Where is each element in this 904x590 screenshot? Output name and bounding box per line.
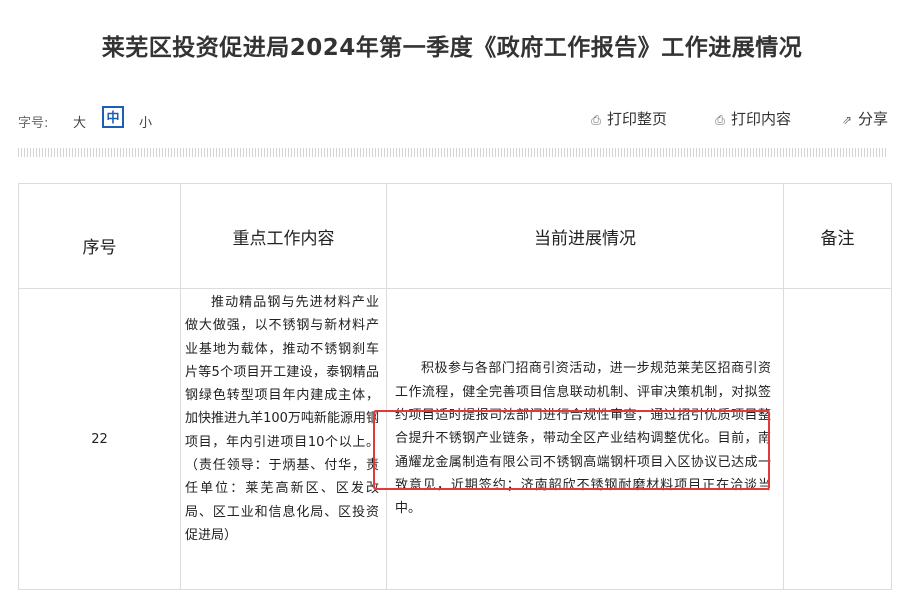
font-size-small-button[interactable]: 小 <box>139 112 152 131</box>
print-page-button[interactable]: ⎙ 打印整页 <box>589 108 667 129</box>
header-seq: 序号 <box>18 183 181 289</box>
toolbar: 字号: 大 中 小 ⎙ 打印整页 ⎙ 打印内容 ⇗ 分享 <box>18 106 890 134</box>
print-content-button[interactable]: ⎙ 打印内容 <box>713 108 791 129</box>
printer-icon: ⎙ <box>591 113 601 127</box>
printer-icon: ⎙ <box>715 113 725 127</box>
print-content-label: 打印内容 <box>731 110 792 128</box>
row-work-text: 推动精品钢与先进材料产业做大做强，以不锈钢与新材料产业基地为载体，推动不锈钢刹车… <box>185 295 379 543</box>
font-size-label: 字号: <box>18 116 49 131</box>
page-title: 莱芜区投资促进局2024年第一季度《政府工作报告》工作进展情况 <box>101 35 803 61</box>
font-size-large-button[interactable]: 大 <box>73 112 86 131</box>
share-button[interactable]: ⇗ 分享 <box>840 108 888 129</box>
row-seq: 22 <box>18 288 181 590</box>
share-label: 分享 <box>858 110 889 128</box>
row-remark <box>783 288 892 590</box>
share-icon: ⇗ <box>841 113 853 127</box>
divider <box>18 148 888 157</box>
progress-table: 序号 重点工作内容 当前进展情况 备注 22 推动精品钢与先进材料产业做大做强，… <box>18 183 892 590</box>
print-page-label: 打印整页 <box>607 110 668 128</box>
row-progress-text: 积极参与各部门招商引资活动，进一步规范莱芜区招商引资工作流程，健全完善项目信息联… <box>395 361 771 517</box>
table-row: 22 推动精品钢与先进材料产业做大做强，以不锈钢与新材料产业基地为载体，推动不锈… <box>18 288 892 590</box>
header-work: 重点工作内容 <box>180 183 387 289</box>
row-work: 推动精品钢与先进材料产业做大做强，以不锈钢与新材料产业基地为载体，推动不锈钢刹车… <box>180 288 387 590</box>
table-header-row: 序号 重点工作内容 当前进展情况 备注 <box>18 183 892 289</box>
font-size-medium-button[interactable]: 中 <box>102 106 124 128</box>
row-progress: 积极参与各部门招商引资活动，进一步规范莱芜区招商引资工作流程，健全完善项目信息联… <box>386 288 784 590</box>
header-remark: 备注 <box>783 183 892 289</box>
header-progress: 当前进展情况 <box>386 183 784 289</box>
